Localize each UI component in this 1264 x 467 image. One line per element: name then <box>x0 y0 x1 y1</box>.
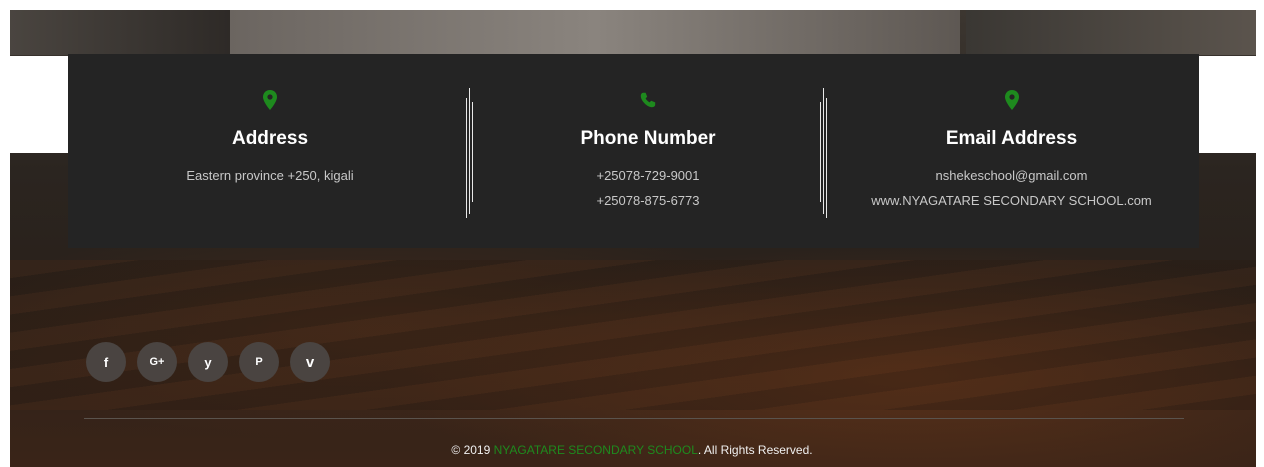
map-marker-icon <box>263 90 277 110</box>
white-band-right <box>1199 56 1256 153</box>
website-link[interactable]: www.NYAGATARE SECONDARY SCHOOL.com <box>824 193 1199 208</box>
phone-column: Phone Number +25078-729-9001 +25078-875-… <box>472 54 824 248</box>
copyright-suffix: . All Rights Reserved. <box>697 443 813 457</box>
phone-line-1[interactable]: +25078-729-9001 <box>472 168 824 183</box>
twitter-icon[interactable]: y <box>188 342 228 382</box>
email-title: Email Address <box>945 128 1078 149</box>
email-address-link[interactable]: nshekeschool@gmail.com <box>824 168 1199 183</box>
address-column: Address Eastern province +250, kigali <box>68 54 472 248</box>
address-line: Eastern province +250, kigali <box>186 168 354 183</box>
facebook-icon[interactable]: f <box>86 342 126 382</box>
contact-info-box: Address Eastern province +250, kigali Ph… <box>68 54 1199 248</box>
address-title: Address <box>231 128 309 149</box>
vimeo-icon[interactable]: v <box>290 342 330 382</box>
bookshelf-left <box>10 10 230 55</box>
copyright-brand-link[interactable]: NYAGATARE SECONDARY SCHOOL <box>494 443 698 457</box>
map-marker-icon <box>1004 90 1019 110</box>
phone-icon <box>640 92 656 108</box>
footer-divider <box>84 418 1184 419</box>
copyright-prefix: © 2019 <box>451 443 494 457</box>
window-light <box>230 10 960 55</box>
google-plus-icon[interactable]: G+ <box>137 342 177 382</box>
desk-rows <box>10 260 1256 410</box>
bookshelf-right <box>966 10 1256 55</box>
phone-line-2[interactable]: +25078-875-6773 <box>472 193 824 208</box>
copyright-text: © 2019 NYAGATARE SECONDARY SCHOOL. All R… <box>0 443 1264 457</box>
phone-title: Phone Number <box>580 128 716 149</box>
pinterest-icon[interactable]: P <box>239 342 279 382</box>
email-column: Email Address nshekeschool@gmail.com www… <box>824 54 1199 248</box>
white-band-left <box>10 56 68 153</box>
